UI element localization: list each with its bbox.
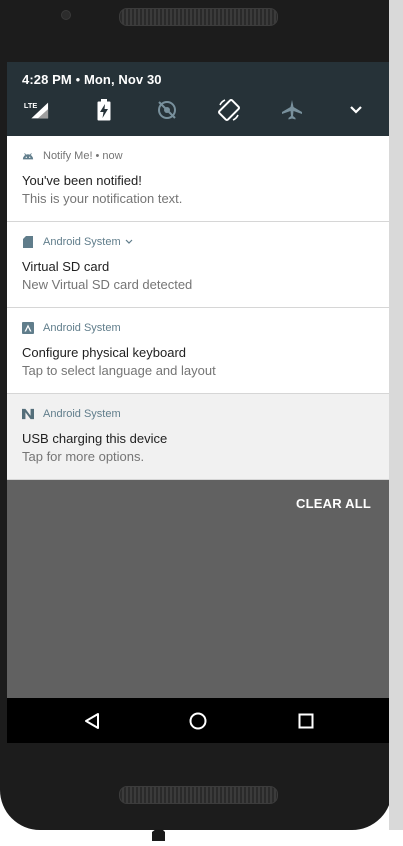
notification-card[interactable]: Android System Configure physical keyboa… <box>7 308 389 394</box>
front-camera <box>61 10 71 20</box>
notification-separator: • <box>95 150 100 162</box>
back-icon[interactable] <box>80 709 104 733</box>
airplane-mode-icon[interactable] <box>279 98 305 122</box>
keyboard-icon <box>22 322 34 334</box>
lte-label: LTE <box>24 101 37 110</box>
signal-lte-icon[interactable]: LTE <box>23 98 49 122</box>
usb-icon <box>22 408 34 420</box>
battery-charging-icon[interactable] <box>91 98 117 122</box>
navigation-bar <box>7 698 389 743</box>
notification-app-name: Android System <box>43 236 121 248</box>
notification-text: Tap for more options. <box>22 449 145 464</box>
location-off-icon[interactable] <box>154 98 180 122</box>
page-edge <box>389 0 403 830</box>
notification-title: You've been notified! <box>22 173 142 188</box>
chevron-down-icon[interactable] <box>125 236 133 248</box>
notification-title: Virtual SD card <box>22 259 110 274</box>
notification-title: Configure physical keyboard <box>22 345 187 360</box>
status-line: 4:28 PM • Mon, Nov 30 <box>22 72 162 87</box>
status-separator: • <box>75 72 81 87</box>
notification-header: Notify Me! • now <box>22 150 123 162</box>
notification-card[interactable]: Android System Virtual SD card New Virtu… <box>7 222 389 308</box>
notification-text: Tap to select language and layout <box>22 363 216 378</box>
status-time: 4:28 PM <box>22 72 72 87</box>
notification-title: USB charging this device <box>22 431 168 446</box>
notification-app-name: Android System <box>43 408 121 420</box>
notification-time: now <box>102 150 123 162</box>
auto-rotate-icon[interactable] <box>216 98 242 122</box>
decorative-figure <box>146 828 171 841</box>
sd-card-icon <box>22 236 34 248</box>
status-date: Mon, Nov 30 <box>83 72 162 87</box>
home-icon[interactable] <box>186 709 210 733</box>
notification-app-name: Android System <box>43 322 121 334</box>
clear-all-button[interactable]: CLEAR ALL <box>296 496 371 511</box>
notification-header: Android System <box>22 236 133 248</box>
notification-header: Android System <box>22 408 121 420</box>
notification-text: New Virtual SD card detected <box>22 277 193 292</box>
android-icon <box>22 150 34 162</box>
expand-chevron-icon[interactable] <box>343 98 369 122</box>
bottom-speaker-grille <box>119 786 278 804</box>
notification-shade: 4:28 PM • Mon, Nov 30 LTE Notify Me! • n… <box>7 62 389 743</box>
notification-card[interactable]: Notify Me! • now You've been notified! T… <box>7 136 389 222</box>
phone-frame: 4:28 PM • Mon, Nov 30 LTE Notify Me! • n… <box>0 0 392 830</box>
notification-header: Android System <box>22 322 121 334</box>
top-speaker-grille <box>119 8 278 26</box>
recents-icon[interactable] <box>294 709 318 733</box>
notification-text: This is your notification text. <box>22 191 183 206</box>
notification-card[interactable]: Android System USB charging this device … <box>7 394 389 480</box>
notification-app-name: Notify Me! <box>43 150 93 162</box>
quick-settings-header: 4:28 PM • Mon, Nov 30 LTE <box>7 62 389 136</box>
